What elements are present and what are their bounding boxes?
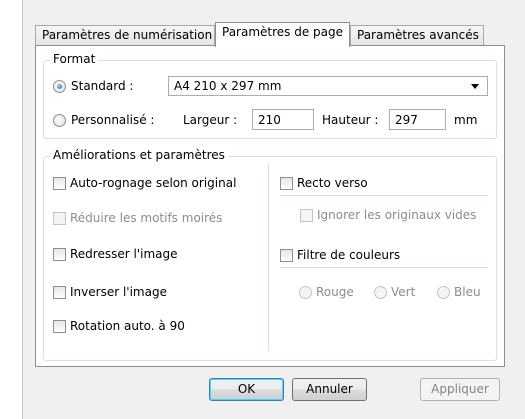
width-label: Largeur : <box>183 113 238 127</box>
green-radio[interactable] <box>374 286 387 299</box>
standard-radio[interactable] <box>53 80 66 93</box>
tab-panel-page-settings: Format Standard : A4 210 x 297 mm Person… <box>35 45 505 367</box>
improvements-group-title: Améliorations et paramètres <box>50 148 228 162</box>
standard-format-select[interactable]: A4 210 x 297 mm <box>168 76 488 96</box>
height-label: Hauteur : <box>322 113 379 127</box>
custom-radio[interactable] <box>53 114 66 127</box>
invert-checkbox[interactable] <box>53 286 66 299</box>
auto-rotate-label[interactable]: Rotation auto. à 90 <box>70 319 185 333</box>
format-group: Format Standard : A4 210 x 297 mm Person… <box>43 52 497 139</box>
color-filter-label[interactable]: Filtre de couleurs <box>297 248 400 262</box>
column-divider <box>268 163 269 351</box>
height-input[interactable]: 297 <box>389 109 446 130</box>
tab-scan-settings[interactable]: Paramètres de numérisation <box>35 25 215 46</box>
apply-button[interactable]: Appliquer <box>420 378 500 401</box>
red-label[interactable]: Rouge <box>316 285 354 299</box>
moire-label[interactable]: Réduire les motifs moirés <box>70 211 222 225</box>
improvements-group: Améliorations et paramètres Auto-rognage… <box>43 148 497 361</box>
duplex-label[interactable]: Recto verso <box>297 176 368 190</box>
duplex-checkbox[interactable] <box>280 177 293 190</box>
standard-format-value: A4 210 x 297 mm <box>174 79 282 93</box>
page-settings-dialog: Paramètres de numérisation Paramètres de… <box>22 0 525 419</box>
duplex-divider <box>280 195 488 196</box>
ignore-blank-label[interactable]: Ignorer les originaux vides <box>317 208 476 222</box>
deskew-checkbox[interactable] <box>53 248 66 261</box>
deskew-label[interactable]: Redresser l'image <box>70 247 178 261</box>
tab-page-settings[interactable]: Paramètres de page <box>215 22 350 47</box>
invert-label[interactable]: Inverser l'image <box>70 285 167 299</box>
width-input[interactable]: 210 <box>252 109 314 130</box>
tab-bar: Paramètres de numérisation Paramètres de… <box>35 22 505 47</box>
auto-crop-label[interactable]: Auto-rognage selon original <box>70 176 236 190</box>
tab-advanced-settings[interactable]: Paramètres avancés <box>350 25 484 46</box>
color-filter-divider <box>280 267 488 268</box>
width-value: 210 <box>258 113 281 127</box>
chevron-down-icon <box>471 84 479 89</box>
height-value: 297 <box>395 113 418 127</box>
unit-label: mm <box>454 113 478 127</box>
ok-button[interactable]: OK <box>209 378 284 401</box>
red-radio[interactable] <box>299 286 312 299</box>
format-group-title: Format <box>50 52 99 66</box>
auto-crop-checkbox[interactable] <box>53 177 66 190</box>
auto-rotate-checkbox[interactable] <box>53 320 66 333</box>
moire-checkbox[interactable] <box>53 212 66 225</box>
cancel-button[interactable]: Annuler <box>292 378 367 401</box>
custom-label[interactable]: Personnalisé : <box>71 113 154 127</box>
ignore-blank-checkbox[interactable] <box>300 209 313 222</box>
blue-radio[interactable] <box>437 286 450 299</box>
blue-label[interactable]: Bleu <box>454 285 481 299</box>
standard-label[interactable]: Standard : <box>71 79 133 93</box>
green-label[interactable]: Vert <box>391 285 415 299</box>
color-filter-checkbox[interactable] <box>280 249 293 262</box>
